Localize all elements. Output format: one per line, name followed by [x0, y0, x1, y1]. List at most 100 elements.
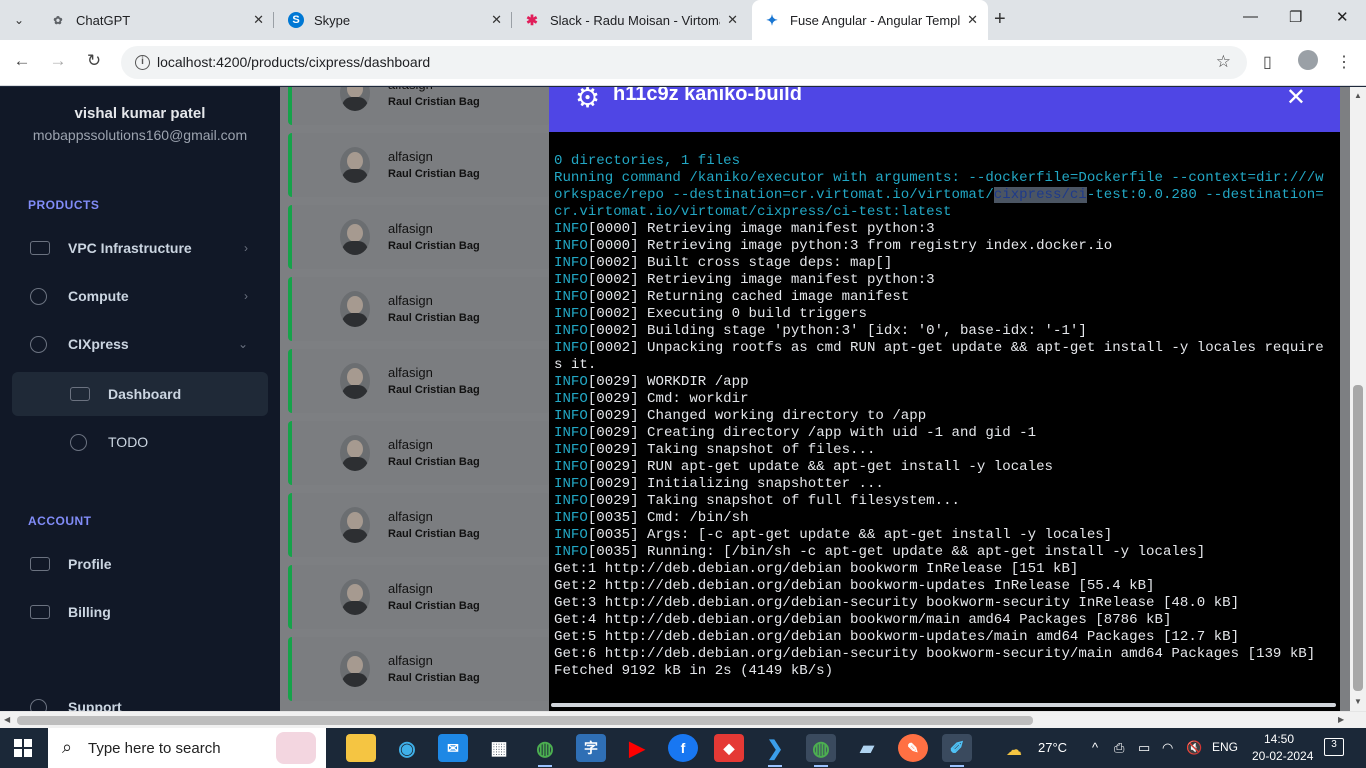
bookmark-star-icon[interactable]: ☆: [1216, 52, 1231, 72]
log-line: Get:2 http://deb.debian.org/debian bookw…: [554, 578, 1155, 594]
close-tab-icon[interactable]: ✕: [491, 12, 502, 28]
notifications-icon[interactable]: 3: [1324, 738, 1344, 756]
site-info-icon[interactable]: i: [135, 55, 150, 70]
avatar: [340, 147, 370, 183]
windows-taskbar: ⌕ Type here to search ◉ ✉ ▦ ◍ 字 ▶ f ◆ ❯ …: [0, 728, 1366, 768]
new-tab-icon[interactable]: +: [994, 8, 1006, 31]
sidebar-item-compute[interactable]: Compute ›: [12, 274, 268, 318]
facebook-icon[interactable]: f: [668, 734, 698, 762]
scroll-down-icon[interactable]: ▼: [1354, 697, 1362, 706]
sidebar-item-cixpress[interactable]: CIXpress ⌄: [12, 322, 268, 366]
close-tab-icon[interactable]: ✕: [967, 12, 978, 28]
restore-icon[interactable]: ❐: [1289, 8, 1302, 26]
profile-avatar-icon[interactable]: [1298, 50, 1318, 70]
clock-time[interactable]: 14:50: [1264, 732, 1294, 746]
database-icon: [30, 241, 50, 255]
log-line: INFO[0029] Taking snapshot of full files…: [554, 493, 960, 509]
build-log-output: 0 directories, 1 files Running command /k…: [554, 153, 1332, 680]
show-hidden-icons-icon[interactable]: ^: [1092, 740, 1098, 755]
tab-slack[interactable]: ✱ Slack - Radu Moisan - Virtomat ✕: [512, 0, 748, 40]
scroll-thumb[interactable]: [17, 716, 1033, 725]
log-line: INFO[0029] Changed working directory to …: [554, 408, 927, 424]
tab-chatgpt[interactable]: ✿ ChatGPT ✕: [38, 0, 274, 40]
chrome-active-icon[interactable]: ◍: [806, 734, 836, 767]
sidebar-item-todo[interactable]: TODO: [12, 420, 268, 464]
scroll-thumb[interactable]: [1353, 385, 1363, 691]
log-line: INFO[0000] Retrieving image python:3 fro…: [554, 238, 1113, 254]
sidebar-item-billing[interactable]: Billing: [12, 590, 268, 634]
page-horizontal-scrollbar[interactable]: ◀ ▶: [0, 711, 1366, 728]
wifi-icon[interactable]: ◠: [1162, 740, 1173, 756]
log-line: INFO[0029] Initializing snapshotter ...: [554, 476, 884, 492]
address-bar[interactable]: i localhost:4200/products/cixpress/dashb…: [121, 46, 1247, 79]
avatar: [340, 219, 370, 255]
postman-icon[interactable]: ✎: [898, 734, 928, 762]
sidebar-item-dashboard[interactable]: Dashboard: [12, 372, 268, 416]
tab-skype[interactable]: S Skype ✕: [276, 0, 512, 40]
page-vertical-scrollbar[interactable]: ▲ ▼: [1350, 87, 1366, 711]
project-card[interactable]: alfasign Raul Cristian Bag: [288, 349, 550, 413]
sidebar-item-vpc-infrastructure[interactable]: VPC Infrastructure ›: [12, 226, 268, 270]
volume-muted-icon[interactable]: 🔇: [1186, 740, 1202, 756]
chevron-right-icon: ›: [244, 241, 248, 255]
log-line: INFO[0029] RUN apt-get update && apt-get…: [554, 459, 1054, 475]
edge-icon[interactable]: ◉: [392, 734, 422, 762]
build-log-dialog: ⚙ h11c9z kaniko-build ✕ 0 directories, 1…: [549, 87, 1340, 711]
weather-temp[interactable]: 27°C: [1038, 740, 1067, 755]
windows-start-icon[interactable]: [14, 739, 32, 757]
project-card[interactable]: alfasign Raul Cristian Bag: [288, 565, 550, 629]
file-explorer-icon[interactable]: [346, 734, 376, 762]
close-window-icon[interactable]: ✕: [1336, 8, 1349, 26]
store-icon[interactable]: ▦: [484, 734, 514, 762]
display-icon[interactable]: ▭: [1138, 740, 1150, 756]
log-line: INFO[0002] Built cross stage deps: map[]: [554, 255, 893, 271]
project-card[interactable]: alfasign Raul Cristian Bag: [288, 133, 550, 197]
anydesk-icon[interactable]: ◆: [714, 734, 744, 762]
scroll-right-icon[interactable]: ▶: [1338, 715, 1344, 724]
forward-icon[interactable]: →: [46, 51, 70, 71]
clock-date[interactable]: 20-02-2024: [1252, 749, 1313, 763]
gear-icon: ⚙: [575, 87, 601, 113]
minimize-icon[interactable]: —: [1243, 8, 1258, 25]
project-card[interactable]: alfasign Raul Cristian Bag: [288, 493, 550, 557]
project-card[interactable]: alfasign Raul Cristian Bag: [288, 637, 550, 701]
tab-search-chevron-icon[interactable]: ⌄: [6, 8, 32, 32]
close-tab-icon[interactable]: ✕: [253, 12, 264, 28]
vscode-icon[interactable]: ❯: [760, 734, 790, 767]
log-horizontal-scrollbar[interactable]: [549, 701, 1340, 709]
menu-kebab-icon[interactable]: ⋮: [1336, 52, 1352, 72]
translator-icon[interactable]: 字: [576, 734, 606, 762]
sidebar-item-support[interactable]: Support: [12, 685, 268, 711]
notepad-icon[interactable]: ▰: [852, 734, 882, 762]
mail-icon[interactable]: ✉: [438, 734, 468, 762]
network-icon[interactable]: ⎙: [1114, 740, 1124, 756]
close-icon[interactable]: ✕: [1286, 87, 1306, 112]
sidebar-item-profile[interactable]: Profile: [12, 542, 268, 586]
language-indicator[interactable]: ENG: [1212, 740, 1238, 754]
products-section-header: PRODUCTS: [28, 198, 100, 212]
youtube-icon[interactable]: ▶: [622, 734, 652, 762]
url-text[interactable]: localhost:4200/products/cixpress/dashboa…: [157, 54, 430, 70]
log-line: INFO[0035] Running: [/bin/sh -c apt-get …: [554, 544, 1206, 560]
side-panel-icon[interactable]: ▯: [1263, 52, 1272, 72]
back-icon[interactable]: ←: [10, 51, 34, 71]
chart-pie-icon: [70, 433, 87, 451]
browser-tab-strip: ⌄ ✿ ChatGPT ✕ S Skype ✕ ✱ Slack - Radu M…: [0, 0, 1366, 40]
chevron-right-icon: ›: [244, 289, 248, 303]
chrome-icon[interactable]: ◍: [530, 734, 560, 767]
tab-fuse-angular[interactable]: ✦ Fuse Angular - Angular Templat ✕: [752, 0, 988, 40]
close-tab-icon[interactable]: ✕: [727, 12, 738, 28]
taskbar-search[interactable]: ⌕ Type here to search: [48, 728, 326, 768]
paint-icon[interactable]: ✐: [942, 734, 972, 767]
project-card[interactable]: alfasign Raul Cristian Bag: [288, 87, 550, 125]
app-area: vishal kumar patel mobappssolutions160@g…: [0, 87, 1366, 711]
scroll-up-icon[interactable]: ▲: [1354, 91, 1362, 100]
scroll-left-icon[interactable]: ◀: [4, 715, 10, 724]
avatar: [340, 651, 370, 687]
project-card[interactable]: alfasign Raul Cristian Bag: [288, 421, 550, 485]
weather-icon[interactable]: ☁: [1006, 740, 1022, 760]
log-line: Get:6 http://deb.debian.org/debian-secur…: [554, 646, 1316, 662]
project-card[interactable]: alfasign Raul Cristian Bag: [288, 205, 550, 269]
project-card[interactable]: alfasign Raul Cristian Bag: [288, 277, 550, 341]
reload-icon[interactable]: ↻: [82, 51, 106, 71]
